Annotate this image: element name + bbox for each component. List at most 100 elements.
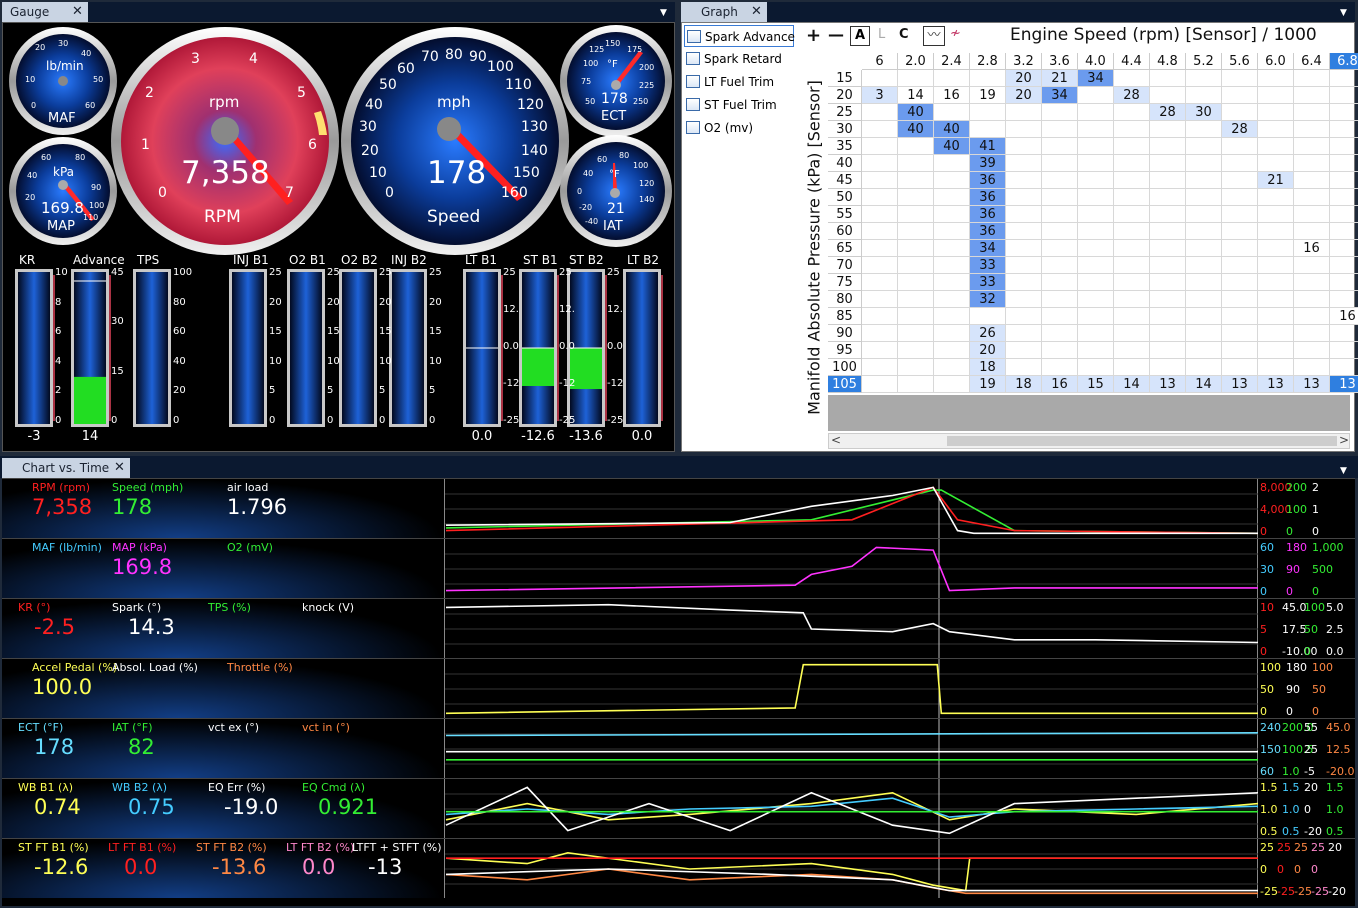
grid-cell[interactable]	[1186, 121, 1222, 138]
grid-cell[interactable]	[1222, 189, 1258, 206]
channel-label[interactable]: ST FT B2 (%)	[196, 841, 267, 854]
grid-cell-value[interactable]: 34	[970, 240, 1006, 257]
grid-cell[interactable]	[1330, 121, 1358, 138]
grid-cell-value[interactable]: 34	[1042, 87, 1078, 104]
grid-cell-value[interactable]: 21	[1042, 70, 1078, 87]
grid-cell[interactable]	[970, 104, 1006, 121]
grid-cell[interactable]	[1222, 359, 1258, 376]
grid-cell[interactable]	[1078, 325, 1114, 342]
row-header[interactable]: 70	[828, 257, 862, 274]
grid-cell[interactable]	[1006, 342, 1042, 359]
grid-cell[interactable]	[898, 308, 934, 325]
trace-plot[interactable]	[444, 539, 1259, 598]
channel-label[interactable]: LT FT B1 (%)	[108, 841, 176, 854]
grid-cell[interactable]	[1078, 274, 1114, 291]
grid-cell[interactable]	[1114, 70, 1150, 87]
grid-cell-value[interactable]: 18	[1006, 376, 1042, 393]
zoom-in-button[interactable]: +	[806, 25, 821, 46]
grid-cell[interactable]	[862, 291, 898, 308]
grid-cell[interactable]	[1150, 87, 1186, 104]
grid-cell[interactable]	[1042, 155, 1078, 172]
grid-cell[interactable]	[898, 172, 934, 189]
grid-cell[interactable]	[1042, 308, 1078, 325]
grid-cell[interactable]	[1294, 189, 1330, 206]
grid-cell-value[interactable]: 36	[970, 206, 1006, 223]
grid-cell-value[interactable]: 40	[934, 138, 970, 155]
grid-cell[interactable]	[862, 206, 898, 223]
grid-cell[interactable]	[1078, 87, 1114, 104]
grid-cell[interactable]	[1330, 172, 1358, 189]
grid-cell[interactable]	[1258, 257, 1294, 274]
grid-cell[interactable]	[1330, 104, 1358, 121]
channel-label[interactable]: EQ Cmd (λ)	[302, 781, 365, 794]
grid-cell[interactable]	[1150, 291, 1186, 308]
grid-cell[interactable]	[1294, 138, 1330, 155]
row-header[interactable]: 20	[828, 87, 862, 104]
channel-label[interactable]: LT FT B2 (%)	[286, 841, 354, 854]
grid-cell[interactable]	[1222, 206, 1258, 223]
grid-cell[interactable]	[1222, 87, 1258, 104]
grid-cell[interactable]	[934, 376, 970, 393]
grid-cell[interactable]	[1042, 104, 1078, 121]
grid-cell[interactable]	[1294, 172, 1330, 189]
grid-cell-value[interactable]: 13	[1258, 376, 1294, 393]
grid-cell[interactable]	[1186, 70, 1222, 87]
grid-cell[interactable]	[970, 121, 1006, 138]
grid-cell[interactable]	[1150, 308, 1186, 325]
grid-cell[interactable]	[1078, 257, 1114, 274]
close-icon[interactable]: ✕	[114, 458, 125, 478]
grid-cell[interactable]	[1114, 274, 1150, 291]
grid-cell-value[interactable]: 19	[970, 87, 1006, 104]
legend-item[interactable]: Spark Advance	[684, 25, 795, 47]
grid-cell[interactable]	[1078, 172, 1114, 189]
row-header[interactable]: 100	[828, 359, 862, 376]
grid-cell[interactable]	[1258, 359, 1294, 376]
grid-cell[interactable]	[1150, 189, 1186, 206]
row-header[interactable]: 95	[828, 342, 862, 359]
grid-cell-value[interactable]: 13	[1294, 376, 1330, 393]
grid-cell-value[interactable]: 20	[970, 342, 1006, 359]
grid-cell-value[interactable]: 28	[1114, 87, 1150, 104]
grid-cell[interactable]	[1222, 240, 1258, 257]
channel-label[interactable]: O2 (mV)	[227, 541, 273, 554]
grid-cell[interactable]	[934, 223, 970, 240]
grid-cell[interactable]	[1222, 291, 1258, 308]
grid-cell-value[interactable]: 40	[898, 104, 934, 121]
grid-cell[interactable]	[1330, 87, 1358, 104]
grid-cell[interactable]	[1042, 206, 1078, 223]
grid-cell[interactable]	[1294, 257, 1330, 274]
grid-cell[interactable]	[1006, 223, 1042, 240]
grid-cell[interactable]	[1150, 223, 1186, 240]
row-header[interactable]: 15	[828, 70, 862, 87]
channel-label[interactable]: WB B1 (λ)	[18, 781, 73, 794]
scroll-left-button[interactable]: <	[831, 433, 841, 447]
grid-cell[interactable]	[898, 155, 934, 172]
grid-cell[interactable]	[1294, 223, 1330, 240]
grid-cell-value[interactable]: 15	[1078, 376, 1114, 393]
grid-cell[interactable]	[862, 308, 898, 325]
grid-cell[interactable]	[898, 257, 934, 274]
grid-cell[interactable]	[862, 274, 898, 291]
grid-cell[interactable]	[1330, 291, 1358, 308]
grid-cell[interactable]	[1114, 257, 1150, 274]
grid-cell[interactable]	[1006, 155, 1042, 172]
channel-label[interactable]: Speed (mph)	[112, 481, 183, 494]
grid-cell[interactable]	[1042, 359, 1078, 376]
grid-cell[interactable]	[1078, 138, 1114, 155]
grid-cell[interactable]	[898, 70, 934, 87]
grid-cell[interactable]	[1042, 342, 1078, 359]
grid-cell-value[interactable]: 39	[970, 155, 1006, 172]
grid-cell-value[interactable]: 36	[970, 189, 1006, 206]
grid-cell[interactable]	[1006, 257, 1042, 274]
grid-cell[interactable]	[1186, 325, 1222, 342]
grid-cell[interactable]	[862, 257, 898, 274]
grid-cell[interactable]	[1150, 70, 1186, 87]
grid-cell[interactable]	[1078, 359, 1114, 376]
grid-cell-value[interactable]: 16	[1294, 240, 1330, 257]
grid-cell-value[interactable]: 16	[1042, 376, 1078, 393]
grid-cell[interactable]	[1330, 342, 1358, 359]
grid-cell[interactable]	[1330, 206, 1358, 223]
grid-cell-value[interactable]: 13	[1150, 376, 1186, 393]
grid-cell[interactable]	[1006, 325, 1042, 342]
grid-cell[interactable]	[1222, 70, 1258, 87]
